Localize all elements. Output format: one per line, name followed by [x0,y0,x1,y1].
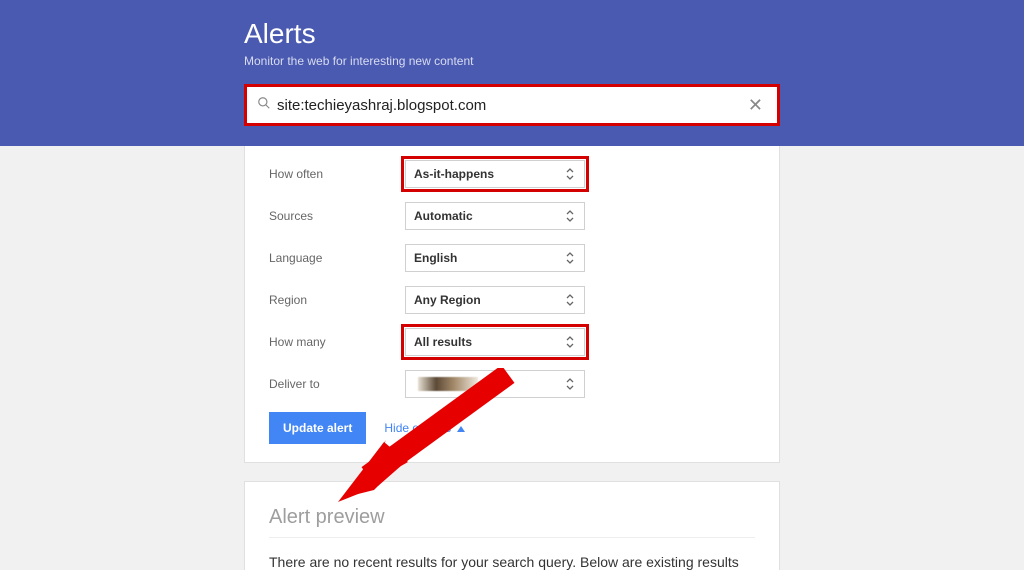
language-value: English [414,251,457,265]
chevron-updown-icon [566,252,576,264]
how-many-label: How many [269,335,405,349]
search-icon [257,96,271,115]
chevron-updown-icon [566,336,576,348]
search-box[interactable]: ✕ [244,84,780,126]
hide-options-link[interactable]: Hide options [384,421,465,435]
chevron-updown-icon [566,210,576,222]
chevron-updown-icon [566,294,576,306]
how-often-value: As-it-happens [414,167,494,181]
search-input[interactable] [277,87,744,123]
how-many-value: All results [414,335,472,349]
preview-title: Alert preview [269,506,755,538]
deliver-to-select[interactable]: om [405,370,585,398]
how-often-select[interactable]: As-it-happens [405,160,585,188]
page-title: Alerts [244,18,780,50]
deliver-to-suffix: om [482,377,499,391]
deliver-to-blurred [418,377,478,391]
page-subtitle: Monitor the web for interesting new cont… [244,54,780,68]
hide-options-label: Hide options [384,421,451,435]
region-label: Region [269,293,405,307]
how-many-select[interactable]: All results [405,328,585,356]
region-value: Any Region [414,293,481,307]
preview-message: There are no recent results for your sea… [269,552,755,570]
language-select[interactable]: English [405,244,585,272]
chevron-updown-icon [566,378,576,390]
triangle-up-icon [457,421,465,435]
sources-select[interactable]: Automatic [405,202,585,230]
language-label: Language [269,251,405,265]
sources-value: Automatic [414,209,473,223]
how-often-label: How often [269,167,405,181]
region-select[interactable]: Any Region [405,286,585,314]
chevron-updown-icon [566,168,576,180]
sources-label: Sources [269,209,405,223]
update-alert-button[interactable]: Update alert [269,412,366,444]
preview-panel: Alert preview There are no recent result… [244,481,780,570]
deliver-to-label: Deliver to [269,377,405,391]
clear-icon[interactable]: ✕ [744,95,767,116]
options-panel: How often As-it-happens Sources Automati… [244,146,780,463]
